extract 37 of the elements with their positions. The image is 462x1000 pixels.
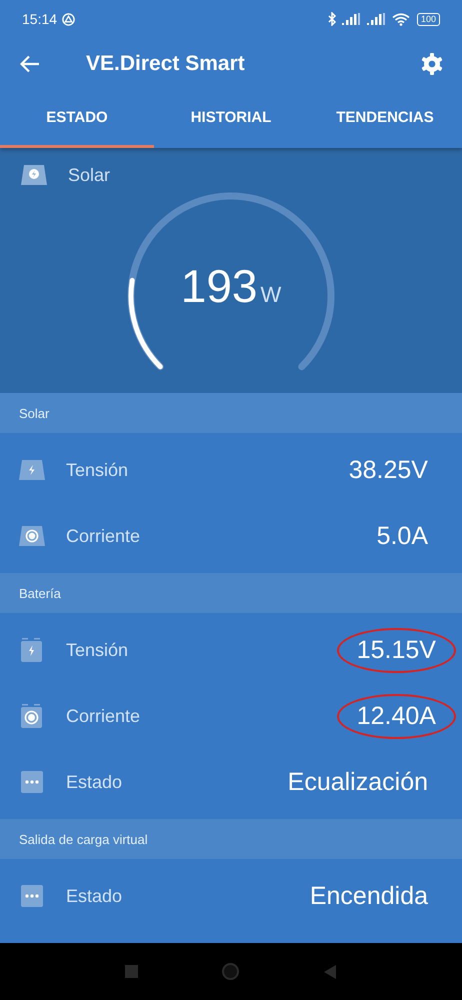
back-button[interactable] (323, 964, 337, 980)
power-value: 193 (180, 259, 258, 313)
row-value: 12.40A (336, 694, 456, 738)
row-label: Corriente (66, 526, 142, 546)
row-value: 38.25V (348, 454, 429, 486)
signal-icon (366, 13, 387, 25)
row-value: 15.15V (336, 628, 456, 672)
solar-label: Solar (68, 164, 110, 186)
solar-panel-icon (20, 164, 48, 186)
solar-panel-icon (18, 525, 46, 547)
row-label: Tensión (66, 460, 130, 480)
back-arrow-icon[interactable] (20, 55, 40, 73)
signal-icon (342, 13, 362, 25)
tab[interactable]: HISTORIAL (154, 90, 308, 148)
row-label: Estado (66, 772, 124, 792)
recents-button[interactable] (125, 965, 138, 978)
row-label: Corriente (66, 706, 142, 726)
battery-indicator: 100 (416, 12, 440, 26)
solar-panel-icon (18, 459, 46, 481)
tab[interactable]: TENDENCIAS (308, 90, 462, 148)
row-value: Ecualización (286, 766, 429, 798)
section-header: Salida de carga virtual (19, 832, 148, 846)
bluetooth-icon (328, 12, 337, 26)
settings-icon[interactable] (420, 52, 444, 76)
row-value: 5.0A (376, 520, 429, 552)
more-icon (18, 884, 46, 908)
row-label: Estado (66, 886, 124, 906)
row-label: Tensión (66, 640, 130, 660)
section-header: Solar (19, 406, 50, 420)
app-title: VE.Direct Smart (86, 52, 246, 76)
status-time: 15:14 (22, 11, 58, 27)
wifi-icon (392, 12, 410, 26)
home-button[interactable] (222, 963, 239, 980)
power-unit: W (260, 282, 282, 308)
section-header: Batería (19, 586, 61, 600)
row-value: Encendida (308, 880, 429, 912)
more-icon (18, 770, 46, 794)
